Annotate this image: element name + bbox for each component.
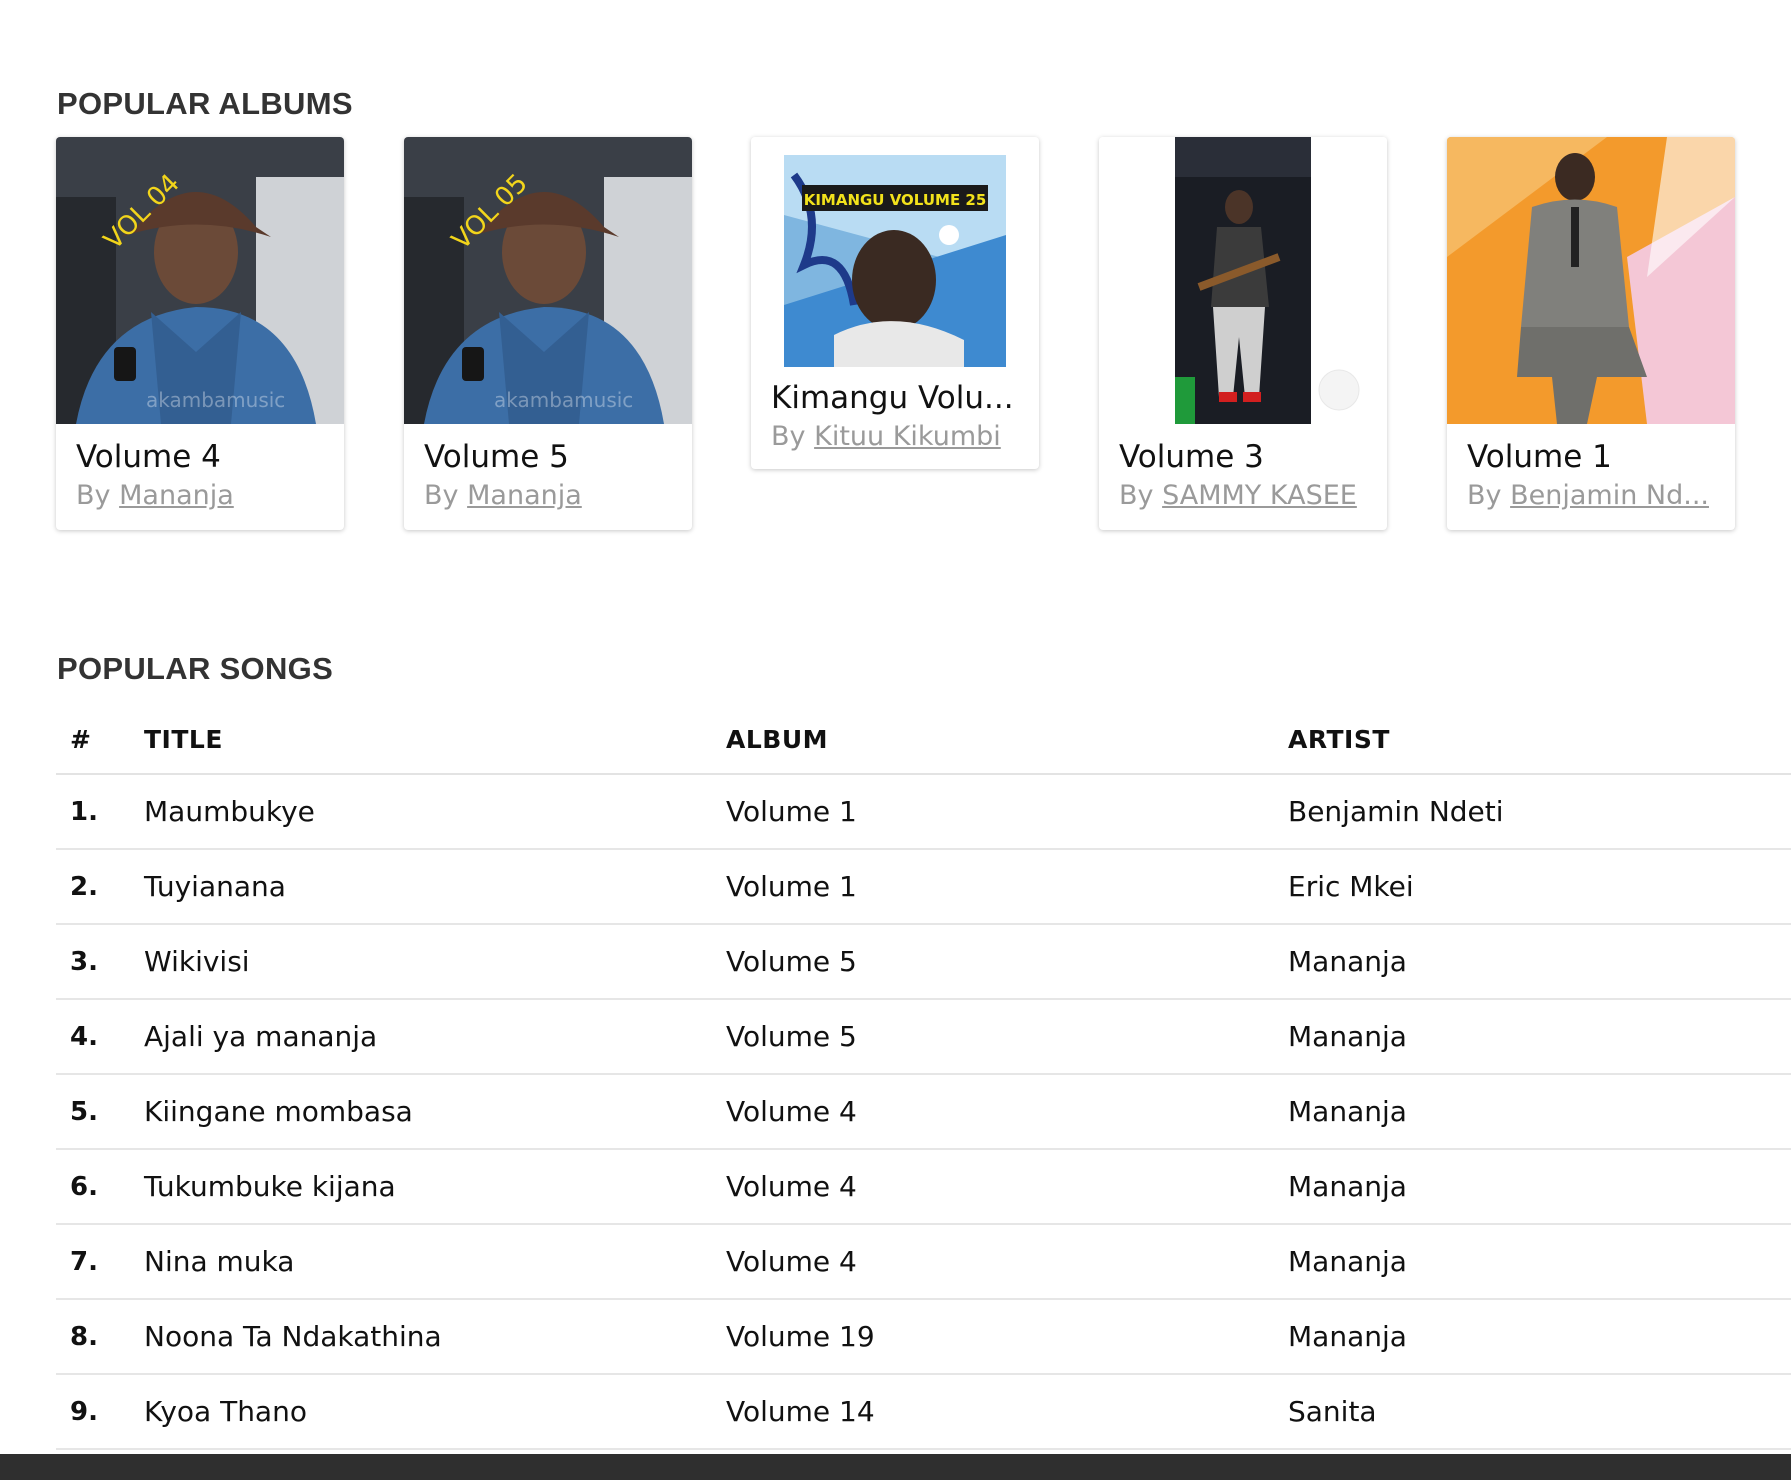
- album-artist-link[interactable]: SAMMY KASEE: [1162, 480, 1357, 511]
- song-album[interactable]: Volume 1: [726, 849, 1288, 925]
- album-card-volume-4[interactable]: VOL 04 akambamusic Volume 4 By Mananja: [56, 137, 344, 530]
- footer-bar: [0, 1454, 1791, 1480]
- album-byline: By Kituu Kikumbi: [771, 417, 1019, 457]
- album-artist-link[interactable]: Kituu Kikumbi: [814, 421, 1001, 452]
- album-artist-link[interactable]: Benjamin Nd...: [1510, 480, 1709, 511]
- table-header-row: # TITLE ALBUM ARTIST: [56, 705, 1791, 775]
- song-number: 3.: [56, 924, 144, 1000]
- song-title[interactable]: Wikivisi: [144, 924, 726, 1000]
- svg-text:akambamusic: akambamusic: [146, 388, 285, 412]
- album-artist-link[interactable]: Mananja: [119, 480, 234, 511]
- album-cover-art: VOL 04 akambamusic: [56, 137, 344, 424]
- by-label: By: [771, 421, 806, 452]
- table-row[interactable]: 6. Tukumbuke kijana Volume 4 Mananja: [56, 1149, 1791, 1225]
- album-title[interactable]: Kimangu Volu...: [771, 379, 1019, 417]
- song-album[interactable]: Volume 4: [726, 1149, 1288, 1225]
- popular-albums-heading: POPULAR ALBUMS: [57, 86, 353, 121]
- column-header-title: TITLE: [144, 705, 726, 775]
- table-row[interactable]: 7. Nina muka Volume 4 Mananja: [56, 1224, 1791, 1300]
- song-album[interactable]: Volume 1: [726, 774, 1288, 850]
- song-number: 8.: [56, 1299, 144, 1375]
- song-title[interactable]: Kyoa Thano: [144, 1374, 726, 1450]
- popular-songs-table: # TITLE ALBUM ARTIST 1. Maumbukye Volume…: [56, 705, 1791, 1450]
- song-artist[interactable]: Sanita: [1288, 1374, 1791, 1450]
- song-album[interactable]: Volume 5: [726, 924, 1288, 1000]
- album-card-kimangu-volume-25[interactable]: KIMANGU VOLUME 25 Kimangu Volu... By Kit…: [751, 137, 1039, 469]
- song-album[interactable]: Volume 4: [726, 1224, 1288, 1300]
- song-artist[interactable]: Benjamin Ndeti: [1288, 774, 1791, 850]
- column-header-number: #: [56, 705, 144, 775]
- song-title[interactable]: Ajali ya mananja: [144, 999, 726, 1075]
- by-label: By: [1467, 480, 1502, 511]
- table-row[interactable]: 4. Ajali ya mananja Volume 5 Mananja: [56, 999, 1791, 1075]
- album-cover-art: VOL 05 akambamusic: [404, 137, 692, 424]
- album-artist-link[interactable]: Mananja: [467, 480, 582, 511]
- album-title[interactable]: Volume 5: [424, 438, 672, 476]
- song-album[interactable]: Volume 19: [726, 1299, 1288, 1375]
- song-title[interactable]: Noona Ta Ndakathina: [144, 1299, 726, 1375]
- album-title[interactable]: Volume 1: [1467, 438, 1715, 476]
- song-title[interactable]: Tukumbuke kijana: [144, 1149, 726, 1225]
- by-label: By: [1119, 480, 1154, 511]
- song-artist[interactable]: Mananja: [1288, 1224, 1791, 1300]
- album-card-volume-5[interactable]: VOL 05 akambamusic Volume 5 By Mananja: [404, 137, 692, 530]
- table-row[interactable]: 8. Noona Ta Ndakathina Volume 19 Mananja: [56, 1299, 1791, 1375]
- album-byline: By Mananja: [76, 476, 324, 516]
- song-artist[interactable]: Mananja: [1288, 1149, 1791, 1225]
- song-album[interactable]: Volume 5: [726, 999, 1288, 1075]
- song-number: 2.: [56, 849, 144, 925]
- song-number: 4.: [56, 999, 144, 1075]
- svg-text:akambamusic: akambamusic: [494, 388, 633, 412]
- song-number: 9.: [56, 1374, 144, 1450]
- song-album[interactable]: Volume 14: [726, 1374, 1288, 1450]
- column-header-artist: ARTIST: [1288, 705, 1791, 775]
- album-byline: By Mananja: [424, 476, 672, 516]
- popular-songs-heading: POPULAR SONGS: [57, 651, 334, 686]
- table-row[interactable]: 3. Wikivisi Volume 5 Mananja: [56, 924, 1791, 1000]
- album-cover-art: [1099, 137, 1387, 424]
- column-header-album: ALBUM: [726, 705, 1288, 775]
- by-label: By: [424, 480, 459, 511]
- song-title[interactable]: Nina muka: [144, 1224, 726, 1300]
- song-number: 5.: [56, 1074, 144, 1150]
- song-number: 6.: [56, 1149, 144, 1225]
- song-artist[interactable]: Mananja: [1288, 999, 1791, 1075]
- kimangu-volume-25-text: KIMANGU VOLUME 25: [804, 191, 987, 209]
- song-title[interactable]: Maumbukye: [144, 774, 726, 850]
- album-cover-art: KIMANGU VOLUME 25: [751, 137, 1039, 367]
- song-title[interactable]: Tuyianana: [144, 849, 726, 925]
- song-number: 1.: [56, 774, 144, 850]
- table-row[interactable]: 5. Kiingane mombasa Volume 4 Mananja: [56, 1074, 1791, 1150]
- album-byline: By Benjamin Nd...: [1467, 476, 1715, 516]
- table-row[interactable]: 9. Kyoa Thano Volume 14 Sanita: [56, 1374, 1791, 1450]
- song-artist[interactable]: Eric Mkei: [1288, 849, 1791, 925]
- song-number: 7.: [56, 1224, 144, 1300]
- album-byline: By SAMMY KASEE: [1119, 476, 1367, 516]
- album-title[interactable]: Volume 4: [76, 438, 324, 476]
- song-artist[interactable]: Mananja: [1288, 1074, 1791, 1150]
- song-artist[interactable]: Mananja: [1288, 1299, 1791, 1375]
- album-title[interactable]: Volume 3: [1119, 438, 1367, 476]
- table-row[interactable]: 1. Maumbukye Volume 1 Benjamin Ndeti: [56, 774, 1791, 850]
- by-label: By: [76, 480, 111, 511]
- table-row[interactable]: 2. Tuyianana Volume 1 Eric Mkei: [56, 849, 1791, 925]
- song-album[interactable]: Volume 4: [726, 1074, 1288, 1150]
- song-artist[interactable]: Mananja: [1288, 924, 1791, 1000]
- song-title[interactable]: Kiingane mombasa: [144, 1074, 726, 1150]
- album-card-volume-1[interactable]: Volume 1 By Benjamin Nd...: [1447, 137, 1735, 530]
- album-card-volume-3[interactable]: Volume 3 By SAMMY KASEE: [1099, 137, 1387, 530]
- album-cover-art: [1447, 137, 1735, 424]
